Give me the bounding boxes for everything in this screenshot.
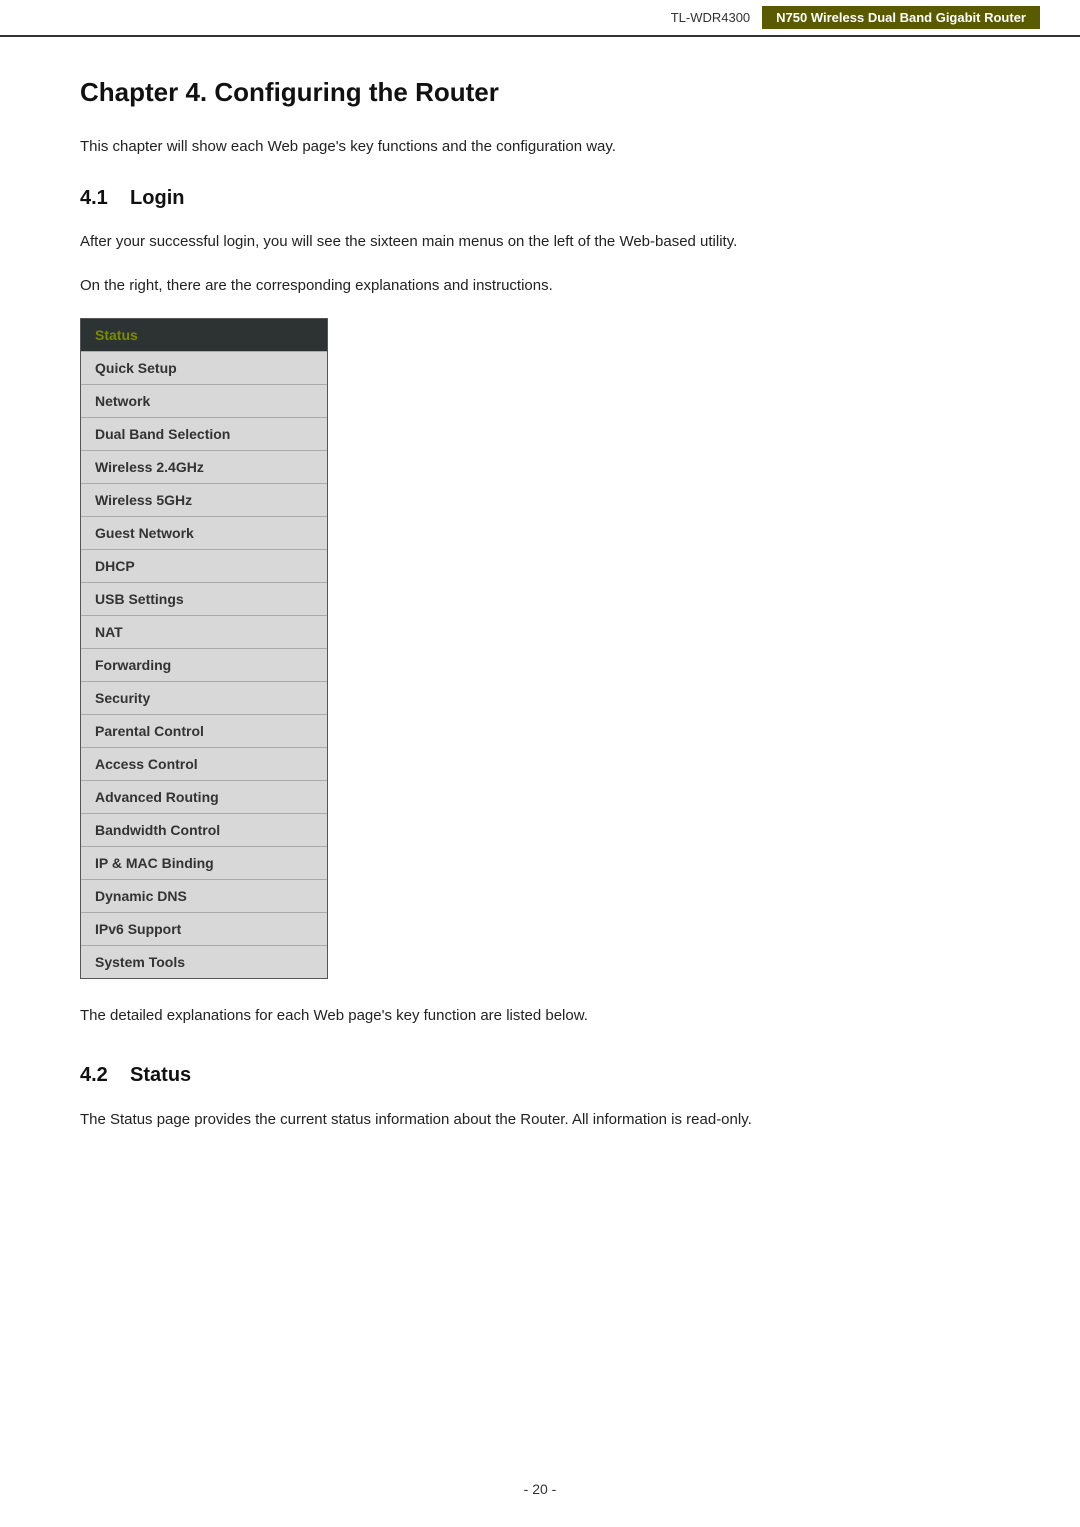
section-42-text: The Status page provides the current sta… (80, 1107, 1000, 1133)
section-41-number: 4.1 (80, 187, 108, 209)
section-41-intro-line2: On the right, there are the correspondin… (80, 274, 1000, 298)
header-model: TL-WDR4300 (671, 10, 750, 25)
menu-item-ipv6-support[interactable]: IPv6 Support (81, 913, 327, 946)
page-footer: - 20 - (0, 1481, 1080, 1497)
header-title: N750 Wireless Dual Band Gigabit Router (762, 6, 1040, 29)
menu-item-access-control[interactable]: Access Control (81, 748, 327, 781)
section-42-title: 4.2 Status (80, 1064, 1000, 1087)
section-41-heading: Login (130, 187, 184, 209)
menu-item-dhcp[interactable]: DHCP (81, 550, 327, 583)
page-number: - 20 - (524, 1481, 557, 1497)
section-41-intro-line1: After your successful login, you will se… (80, 230, 1000, 254)
menu-item-parental-control[interactable]: Parental Control (81, 715, 327, 748)
menu-item-wireless-5ghz[interactable]: Wireless 5GHz (81, 484, 327, 517)
main-content: Chapter 4. Configuring the Router This c… (0, 37, 1080, 1173)
menu-item-ip-&-mac-binding[interactable]: IP & MAC Binding (81, 847, 327, 880)
menu-item-guest-network[interactable]: Guest Network (81, 517, 327, 550)
section-42-number: 4.2 (80, 1064, 108, 1086)
menu-item-advanced-routing[interactable]: Advanced Routing (81, 781, 327, 814)
section-42-heading: Status (130, 1064, 191, 1086)
menu-item-network[interactable]: Network (81, 385, 327, 418)
menu-item-bandwidth-control[interactable]: Bandwidth Control (81, 814, 327, 847)
menu-item-system-tools[interactable]: System Tools (81, 946, 327, 978)
header-bar: TL-WDR4300 N750 Wireless Dual Band Gigab… (0, 0, 1080, 37)
menu-item-forwarding[interactable]: Forwarding (81, 649, 327, 682)
chapter-title: Chapter 4. Configuring the Router (80, 77, 1000, 108)
menu-item-dynamic-dns[interactable]: Dynamic DNS (81, 880, 327, 913)
section-41-outro: The detailed explanations for each Web p… (80, 1007, 1000, 1024)
menu-item-quick-setup[interactable]: Quick Setup (81, 352, 327, 385)
menu-item-status[interactable]: Status (81, 319, 327, 352)
menu-item-security[interactable]: Security (81, 682, 327, 715)
menu-item-dual-band-selection[interactable]: Dual Band Selection (81, 418, 327, 451)
section-41-title: 4.1 Login (80, 187, 1000, 210)
menu-item-usb-settings[interactable]: USB Settings (81, 583, 327, 616)
nav-menu: StatusQuick SetupNetworkDual Band Select… (80, 318, 328, 979)
menu-item-nat[interactable]: NAT (81, 616, 327, 649)
chapter-intro: This chapter will show each Web page's k… (80, 138, 1000, 155)
menu-item-wireless-2.4ghz[interactable]: Wireless 2.4GHz (81, 451, 327, 484)
section-42: 4.2 Status The Status page provides the … (80, 1064, 1000, 1133)
